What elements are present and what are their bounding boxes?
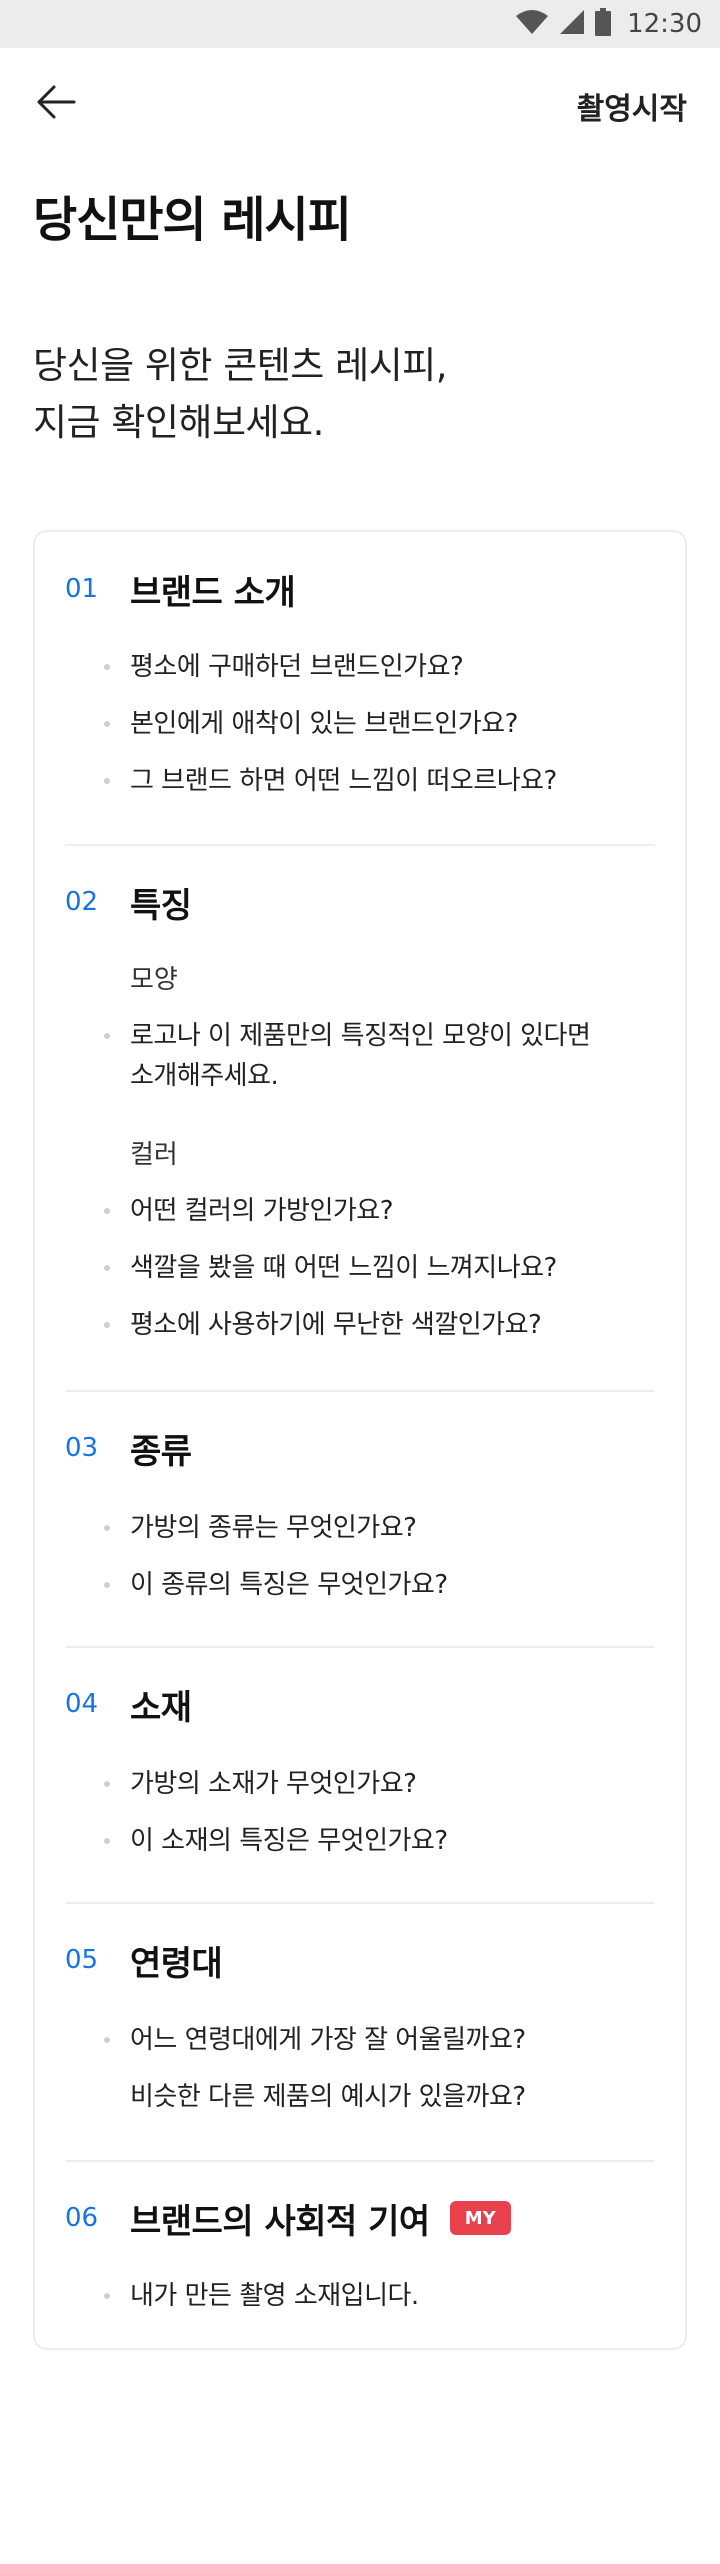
signal-icon [559, 9, 585, 39]
section-number: 04 [65, 1689, 99, 1719]
section-title: 브랜드의 사회적 기여 [130, 2201, 430, 2242]
list-item: 비슷한 다른 제품의 예시가 있을까요? [130, 2082, 526, 2112]
page-title: 당신만의 레시피 [33, 192, 352, 248]
list-item: 로고나 이 제품만의 특징적인 모양이 있다면 소개해주세요. [103, 1016, 591, 1096]
section-number: 05 [65, 1945, 99, 1975]
status-bar: 12:30 [0, 0, 720, 48]
status-time: 12:30 [627, 9, 702, 39]
section-header: 05 연령대 [65, 1938, 223, 1984]
section-title: 소재 [130, 1687, 192, 1728]
list-item: 이 소재의 특징은 무엇인가요? [104, 1821, 448, 1861]
app-header: 촬영시작 [0, 48, 720, 160]
section-header: 01 브랜드 소개 [65, 567, 296, 613]
subheading-shape: 모양 [130, 965, 178, 995]
list-item: 평소에 구매하던 브랜드인가요? [103, 647, 464, 687]
wifi-icon [515, 9, 549, 39]
section-header: 03 종류 [65, 1426, 192, 1472]
back-button[interactable] [30, 78, 82, 130]
intro-text: 당신을 위한 콘텐츠 레시피, 지금 확인해보세요. [33, 337, 447, 451]
list-item: 내가 만든 촬영 소재입니다. [104, 2276, 419, 2316]
section-header: 06 브랜드의 사회적 기여 MY [65, 2196, 511, 2242]
intro-line-1: 당신을 위한 콘텐츠 레시피, [33, 344, 447, 387]
list-item: 본인에게 애착이 있는 브랜드인가요? [104, 704, 518, 744]
divider [65, 2160, 655, 2162]
section-title: 특징 [130, 885, 192, 926]
list-item: 어떤 컬러의 가방인가요? [103, 1191, 394, 1231]
divider [65, 1390, 655, 1392]
section-number: 01 [65, 574, 99, 604]
list-item: 평소에 사용하기에 무난한 색깔인가요? [103, 1305, 542, 1345]
battery-icon [595, 8, 612, 40]
list-item: 가방의 소재가 무엇인가요? [103, 1764, 417, 1804]
list-item: 어느 연령대에게 가장 잘 어울릴까요? [104, 2020, 526, 2060]
divider [65, 1646, 655, 1648]
my-badge: MY [449, 2201, 511, 2235]
subheading-color: 컬러 [130, 1140, 178, 1170]
list-item-line: 소개해주세요. [130, 1061, 279, 1091]
list-item-line: 로고나 이 제품만의 특징적인 모양이 있다면 [130, 1021, 591, 1051]
divider [65, 1902, 655, 1904]
list-item: 가방의 종류는 무엇인가요? [103, 1508, 417, 1548]
list-item: 색깔을 봤을 때 어떤 느낌이 느껴지나요? [104, 1248, 557, 1288]
arrow-left-icon [36, 84, 76, 124]
section-number: 06 [65, 2203, 99, 2233]
section-header: 02 특징 [65, 880, 192, 926]
intro-line-2: 지금 확인해보세요. [33, 401, 324, 444]
divider [65, 844, 655, 846]
recipe-card: 01 브랜드 소개 평소에 구매하던 브랜드인가요? 본인에게 애착이 있는 브… [33, 530, 687, 2350]
section-header: 04 소재 [65, 1682, 192, 1728]
status-icons: 12:30 [515, 0, 702, 48]
section-title: 브랜드 소개 [130, 572, 296, 613]
list-item: 그 브랜드 하면 어떤 느낌이 떠오르나요? [104, 761, 557, 801]
section-title: 연령대 [130, 1943, 223, 1984]
section-number: 03 [65, 1433, 99, 1463]
section-title: 종류 [130, 1431, 192, 1472]
start-shooting-button[interactable]: 촬영시작 [577, 84, 687, 128]
section-number: 02 [65, 887, 99, 917]
list-item: 이 종류의 특징은 무엇인가요? [104, 1565, 448, 1605]
